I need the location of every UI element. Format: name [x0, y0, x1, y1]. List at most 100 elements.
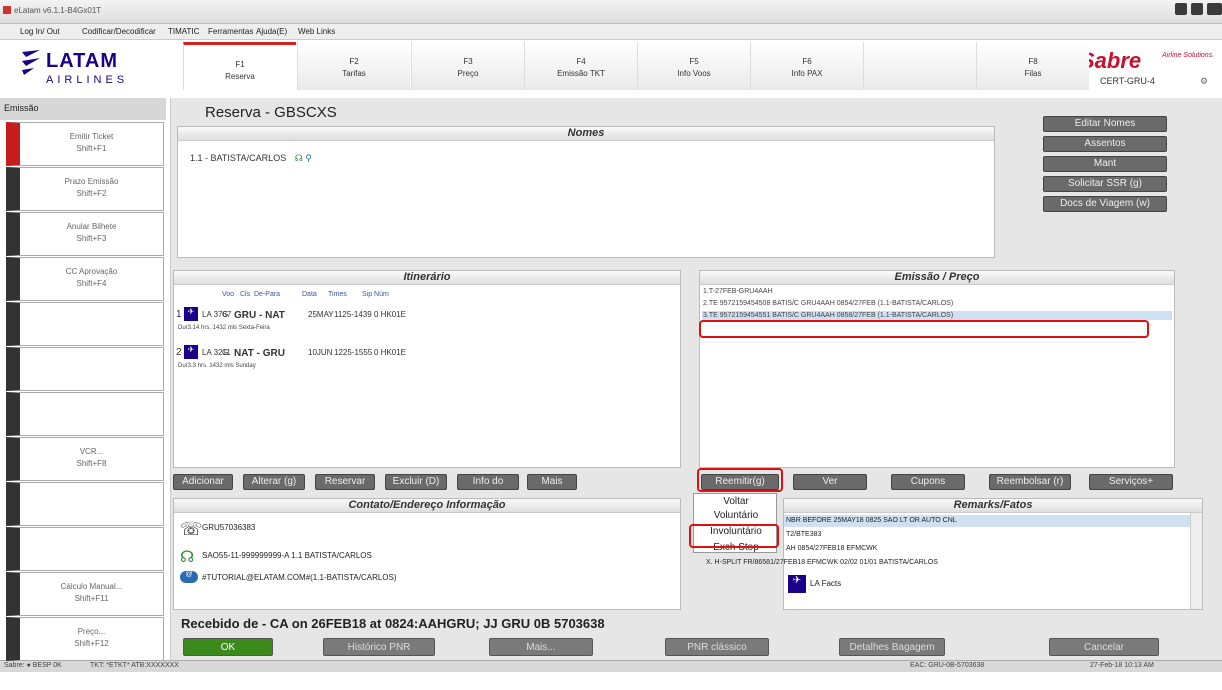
right-btn-0[interactable]: Editar Nomes [1043, 116, 1167, 132]
itin-col-2: De-Para [254, 291, 281, 298]
itin-btn-0[interactable]: Adicionar [173, 474, 233, 490]
latam-logo: LATAM AIRLINES [6, 42, 166, 90]
itinerary-segment[interactable]: 2 ✈ LA 3211 G NAT - GRU 10JUN 1225-1555 0 HK01E… [174, 345, 680, 375]
remark-1[interactable]: T2/BTE383 [784, 529, 1190, 541]
remark-3[interactable]: X. H-SPLIT FR/86581/27FEB18 EFMCWK 02/02… [704, 557, 1190, 569]
sidebar-item-5[interactable] [6, 347, 164, 391]
tab-filas[interactable]: F8 Filas [976, 42, 1089, 90]
emissao-btn-3[interactable]: Reembolsar (r) [989, 474, 1071, 490]
tab-label: Preço [457, 69, 479, 78]
emissao-btn-0[interactable]: Reemitir(g) [701, 474, 779, 490]
itin-btn-2[interactable]: Reservar [315, 474, 375, 490]
bottom-btn-2[interactable]: Mais... [489, 638, 593, 656]
menu-bar: Log In/ Out Codificar/Decodificar TIMATI… [0, 24, 1222, 40]
sidebar-item-10[interactable]: Cálculo Manual... Shift+F11 [6, 572, 164, 616]
remark-0[interactable]: NBR BEFORE 25MAY18 0825 SAO LT OR AUTO C… [784, 515, 1190, 527]
sidebar-item-shortcut: Shift+F12 [74, 639, 109, 648]
recebido-text: Recebido de - CA on 26FEB18 at 0824:AAHG… [181, 616, 605, 631]
tab-label: Reserva [225, 72, 255, 81]
tab-info-pax[interactable]: F6 Info PAX [750, 42, 863, 90]
emissao-panel: Emissão / Preço 1.T-27FEB-GRU4AAH 2.TE 95… [699, 270, 1175, 468]
tab-reserva[interactable]: F1 Reserva [183, 42, 296, 90]
itinerario-header: Itinerário [174, 271, 680, 285]
tab-key: F1 [235, 60, 245, 69]
right-btn-3[interactable]: Solicitar SSR (g) [1043, 176, 1167, 192]
latam-facts-icon: ✈ [788, 575, 806, 593]
bottom-btn-0[interactable]: OK [183, 638, 273, 656]
itin-col-5: Sip Núm [362, 291, 389, 298]
menu-login[interactable]: Log In/ Out [20, 27, 60, 36]
dropdown-voltar[interactable]: Voltar [694, 496, 778, 507]
right-btn-2[interactable]: Mant [1043, 156, 1167, 172]
right-btn-1[interactable]: Assentos [1043, 136, 1167, 152]
menu-ajuda[interactable]: Ajuda(E) [256, 27, 287, 36]
sidebar-item-7[interactable]: VCR... Shift+F8 [6, 437, 164, 481]
bottom-btn-4[interactable]: Detalhes Bagagem [839, 638, 945, 656]
remarks-scrollbar[interactable] [1190, 513, 1202, 609]
app-icon [3, 6, 11, 14]
sidebar-item-label: VCR... [79, 447, 104, 456]
dropdown-voluntario[interactable]: Voluntário [694, 510, 778, 521]
sidebar-item-0[interactable]: Emitir Ticket Shift+F1 [6, 122, 164, 166]
itinerario-columns: Voo Cls De-Para Data Times Sip Núm [174, 291, 680, 301]
seg-route: GRU - NAT [234, 310, 285, 321]
sidebar-item-6[interactable] [6, 392, 164, 436]
emissao-btn-1[interactable]: Ver [793, 474, 867, 490]
seg-date: 10JUN [308, 348, 333, 357]
status-time: 27-Feb-18 10:13 AM [1090, 662, 1154, 669]
tab-preço[interactable]: F3 Preço [411, 42, 524, 90]
search-icon[interactable]: ⚲ [305, 153, 312, 163]
menu-weblinks[interactable]: Web Links [298, 27, 335, 36]
sidebar-item-2[interactable]: Anular Bilhete Shift+F3 [6, 212, 164, 256]
sidebar-item-11[interactable]: Preço... Shift+F12 [6, 617, 164, 661]
emissao-row-1[interactable]: 2.TE 9572159454508 BATIS/C GRU4AAH 0854/… [702, 299, 1172, 308]
itin-btn-1[interactable]: Alterar (g) [243, 474, 305, 490]
itin-btn-4[interactable]: Info do Voo(I) [457, 474, 519, 501]
itin-btn-3[interactable]: Excluir (D) [385, 474, 447, 490]
sabre-wordmark: Sabre [1080, 48, 1142, 73]
contato-phone: GRU57036383 [202, 523, 256, 532]
bottom-btn-3[interactable]: PNR clássico [665, 638, 769, 656]
sidebar-item-3[interactable]: CC Aprovação Shift+F4 [6, 257, 164, 301]
sidebar-item-label: Cálculo Manual... [60, 582, 123, 591]
sidebar-item-label: CC Aprovação [65, 267, 118, 276]
tab-label: Info PAX [791, 69, 823, 78]
menu-timatic[interactable]: TIMATIC [168, 27, 199, 36]
phone-handset-icon: ☏ [180, 519, 203, 539]
settings-icon[interactable]: ⚙ [1200, 76, 1208, 87]
latam-flight-icon: ✈ [184, 307, 198, 321]
facts-label[interactable]: LA Facts [810, 579, 841, 588]
tab-label: Tarifas [342, 69, 366, 78]
sidebar-item-1[interactable]: Prazo Emissão Shift+F2 [6, 167, 164, 211]
remark-2[interactable]: AH 0854/27FEB18 EFMCWK [784, 543, 1190, 555]
menu-ferramentas[interactable]: Ferramentas [208, 27, 253, 36]
emissao-row-0[interactable]: 1.T-27FEB-GRU4AAH [702, 287, 1172, 296]
bottom-btn-1[interactable]: Histórico PNR [323, 638, 435, 656]
emissao-btn-4[interactable]: Serviços+ [1089, 474, 1173, 490]
minimize-icon[interactable] [1175, 3, 1187, 15]
email-icon: @ [180, 571, 198, 583]
contato-panel: Contato/Endereço Informação ☏ GRU5703638… [173, 498, 681, 610]
phone-icon[interactable]: ☊ [295, 153, 303, 163]
sidebar-item-4[interactable] [6, 302, 164, 346]
bottom-btn-5[interactable]: Cancelar [1049, 638, 1159, 656]
emissao-btn-2[interactable]: Cupons [891, 474, 965, 490]
itinerario-panel: Itinerário Voo Cls De-Para Data Times Sip Núm… [173, 270, 681, 468]
menu-codificar[interactable]: Codificar/Decodificar [82, 27, 156, 36]
tab-tarifas[interactable]: F2 Tarifas [297, 42, 410, 90]
emissao-row-2[interactable]: 3.TE 9572159454551 BATIS/C GRU4AAH 0858/… [702, 311, 1172, 320]
itinerary-segment[interactable]: 1 ✈ LA 3767 G GRU - NAT 25MAY 1125-1439 0 HK01E… [174, 307, 680, 337]
sidebar-item-shortcut: Shift+F2 [76, 189, 107, 198]
tab-info-voos[interactable]: F5 Info Voos [637, 42, 750, 90]
maximize-icon[interactable] [1191, 3, 1203, 15]
name-row[interactable]: 1.1 - BATISTA/CARLOS ☊ ⚲ [190, 153, 312, 164]
itin-btn-5[interactable]: Mais [527, 474, 577, 490]
tab-key: F6 [802, 57, 812, 66]
sidebar-item-9[interactable] [6, 527, 164, 571]
right-btn-4[interactable]: Docs de Viagem (w) [1043, 196, 1167, 212]
sidebar-item-8[interactable] [6, 482, 164, 526]
status-sabre: Sabre: ● BESP 0K [4, 662, 62, 669]
tab-blank[interactable] [863, 42, 976, 90]
tab-emissão-tkt[interactable]: F4 Emissão TKT [524, 42, 637, 90]
close-icon[interactable] [1207, 3, 1222, 15]
